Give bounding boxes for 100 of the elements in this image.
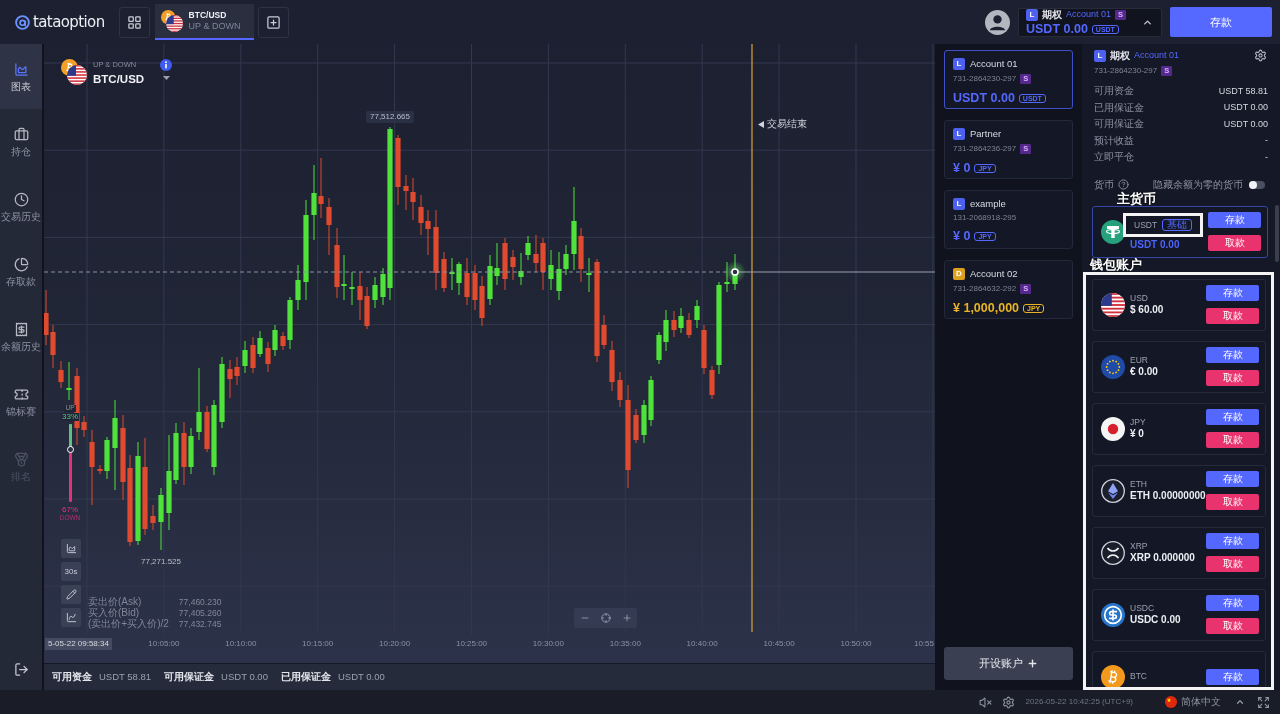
pair-tab[interactable]: BTC/USD UP & DOWN (154, 4, 254, 40)
currency-balance: USDC 0.00 (1130, 615, 1182, 626)
help-icon[interactable] (1118, 179, 1129, 190)
account-name: Account 01 (1134, 51, 1180, 60)
user-avatar-icon (985, 9, 1010, 35)
deposit-button[interactable]: 存款 (1170, 7, 1272, 37)
diamond-coin-icon (1101, 478, 1125, 503)
logo-icon (15, 14, 30, 30)
account-name: Account 01 (970, 59, 1018, 69)
clock-icon (13, 191, 29, 207)
japan-flag-icon (1101, 416, 1125, 441)
deposit-button[interactable]: 存款 (1206, 533, 1259, 549)
account-number: 731-2864230-297 (1094, 67, 1158, 75)
time-tick: 10:30:00 (532, 640, 564, 648)
interval-button[interactable]: 30s (61, 562, 81, 581)
currency-balance: ETH 0.00000000 (1130, 491, 1206, 502)
briefcase-icon (13, 126, 29, 142)
logo-wordmark: tataoption (33, 14, 105, 30)
deposit-button[interactable]: 存款 (1206, 285, 1259, 301)
withdraw-button[interactable]: 取款 (1206, 308, 1259, 324)
info-icon[interactable] (160, 59, 173, 71)
currency-code: USDC (1130, 603, 1156, 613)
currency-balance: USDT 0.00 (1130, 240, 1181, 250)
withdraw-button[interactable]: 取款 (1206, 618, 1259, 634)
sidebar-item[interactable]: 交易历史 (0, 174, 42, 239)
deposit-button[interactable]: 存款 (1206, 409, 1259, 425)
indicator-button[interactable] (61, 608, 81, 627)
currency-balance: ¥ 0 (1130, 429, 1145, 440)
expand-icon[interactable] (1257, 695, 1270, 709)
withdraw-button[interactable]: 取款 (1206, 370, 1259, 386)
stat-label: 立即平仓 (1094, 152, 1134, 163)
deposit-button[interactable]: 存款 (1206, 668, 1259, 685)
account-type-badge: D (953, 268, 965, 280)
currency-code: JPY (1130, 417, 1147, 427)
sidebar-item[interactable]: 锦标赛 (0, 369, 42, 434)
settings-icon[interactable] (1254, 49, 1267, 62)
withdraw-button[interactable]: 取款 (1206, 432, 1259, 448)
language-selector[interactable]: 简体中文 (1165, 696, 1245, 708)
time-tick: 10:50:00 (840, 640, 872, 648)
stat-value: - (1265, 152, 1268, 162)
account-name: example (970, 199, 1006, 209)
section-label: 货币 (1094, 179, 1114, 190)
withdraw-button[interactable]: 取款 (1206, 494, 1259, 510)
settings-icon[interactable] (1001, 695, 1015, 709)
layout-button[interactable] (118, 6, 150, 38)
deposit-button[interactable]: 存款 (1206, 595, 1259, 611)
deposit-button[interactable]: 存款 (1206, 347, 1259, 363)
draw-button[interactable] (61, 585, 81, 604)
withdraw-button[interactable]: 取款 (1206, 556, 1259, 572)
account-number: 731-2864632-292 (953, 285, 1017, 293)
stat-value: - (1265, 136, 1268, 146)
account-type-badge: L (1026, 8, 1038, 21)
account-type: 期权 (1042, 9, 1062, 20)
toggle-switch[interactable] (1249, 180, 1265, 189)
account-balance: ¥ 0 (953, 162, 971, 175)
medal-icon (13, 451, 29, 467)
stat-value: USDT 0.00 (1223, 119, 1268, 129)
deposit-button[interactable]: 存款 (1206, 471, 1259, 487)
square-plus-icon (265, 14, 281, 30)
grid-icon (126, 14, 142, 30)
toggle-label: 隐藏余额为零的货币 (1153, 179, 1243, 190)
clock-time: 2026-05-22 10:42:25 (UTC+9) (1025, 698, 1133, 706)
currency-balance: $ 60.00 (1130, 305, 1165, 316)
deposit-button[interactable]: 存款 (1208, 212, 1261, 228)
balance-value: USDT 0.00 (337, 672, 385, 682)
time-tick: 10:10:00 (225, 640, 257, 648)
quote-value: 77,405.260 (178, 608, 222, 618)
speaker-muted-icon[interactable] (978, 695, 992, 709)
sidebar-item[interactable]: 余额历史 (0, 304, 42, 369)
pair-name: BTC/USD (93, 73, 145, 85)
sidebar-item[interactable]: 图表 (0, 44, 42, 109)
balance-label: 可用保证金 (164, 672, 215, 682)
time-tick: 10:25:00 (455, 640, 488, 648)
add-tab-button[interactable] (257, 6, 289, 38)
expiry-label: 交易结束 (767, 119, 807, 129)
stat-value: USDT 0.00 (1223, 103, 1268, 113)
base-tag: 基础 (1162, 219, 1193, 231)
account-name: Account 01 (1066, 10, 1112, 20)
pie-chart-icon (13, 256, 29, 272)
ticket-icon (13, 386, 29, 402)
open-account-button[interactable]: 开设账户 (944, 647, 1073, 680)
caret-down-icon[interactable] (162, 76, 170, 80)
high-price-label: 77,512.665 (366, 111, 414, 123)
time-tick: 10:05:00 (148, 640, 180, 648)
withdraw-button[interactable]: 取款 (1208, 235, 1261, 251)
account-type-badge: L (1094, 49, 1106, 62)
balance-value: USDT 58.81 (99, 672, 152, 682)
stat-label: 可用资金 (1094, 86, 1134, 97)
logout-icon (13, 661, 29, 677)
quote-value: 77,460.230 (178, 597, 222, 607)
stat-label: 可用保证金 (1094, 119, 1144, 130)
time-tick: 10:20:00 (379, 640, 411, 648)
sidebar-item[interactable]: 持仓 (0, 109, 42, 174)
account-balance: ¥ 1,000,000 (953, 302, 1020, 315)
currency-balance: € 0.00 (1130, 367, 1159, 378)
sidebar-item[interactable]: 存取款 (0, 239, 42, 304)
time-tick: 10:45:00 (763, 640, 795, 648)
scrollbar-thumb[interactable] (1275, 205, 1279, 262)
x-coin-icon (1101, 540, 1125, 565)
time-tick: 10:40:00 (686, 640, 718, 648)
